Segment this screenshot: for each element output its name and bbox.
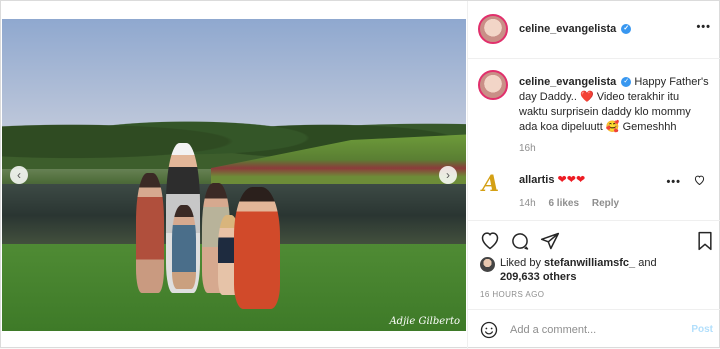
- share-paper-plane-icon[interactable]: [540, 231, 560, 251]
- comment-likes[interactable]: 6 likes: [548, 198, 579, 209]
- avatar[interactable]: [478, 14, 508, 44]
- avatar[interactable]: [478, 70, 508, 100]
- liked-by-prefix: Liked by: [500, 257, 541, 269]
- comment-username[interactable]: allartis: [519, 174, 554, 186]
- caption-time[interactable]: 16h: [519, 143, 536, 154]
- comment-input[interactable]: [510, 322, 670, 338]
- liked-by-and: and: [638, 257, 657, 269]
- caption-username[interactable]: celine_evangelista: [519, 76, 616, 88]
- caption-part3: Gemeshhh: [622, 121, 677, 133]
- emoji-smiley-icon[interactable]: [480, 321, 498, 339]
- bookmark-icon[interactable]: [696, 231, 716, 251]
- carousel-prev-button[interactable]: ‹: [10, 166, 28, 184]
- post-side-panel: celine_evangelista ✓ ••• celine_evangeli…: [467, 1, 720, 349]
- comment-like-heart-icon[interactable]: [694, 175, 705, 188]
- add-comment-bar: Post: [468, 309, 720, 349]
- comment-text: allartis ❤❤❤: [519, 173, 585, 186]
- photo-person: [172, 205, 196, 289]
- carousel-next-button[interactable]: ›: [439, 166, 457, 184]
- smiling-hearts-emoji: 🥰: [605, 121, 620, 133]
- photo-family-group: [130, 143, 295, 313]
- commenter-avatar[interactable]: A: [482, 171, 502, 197]
- comment-reply-button[interactable]: Reply: [592, 198, 619, 209]
- comment-bubble-icon[interactable]: [510, 231, 530, 251]
- post-header: celine_evangelista ✓ •••: [468, 1, 720, 59]
- post-timestamp[interactable]: 16 HOURS AGO: [480, 290, 544, 299]
- comment-hearts: ❤❤❤: [557, 174, 586, 186]
- liked-by-line: Liked by stefanwilliamsfc_ and: [500, 257, 657, 269]
- verified-check-icon: ✓: [621, 24, 632, 35]
- photo-watermark: Adjie Gilberto: [389, 316, 460, 327]
- post-actions: [468, 220, 720, 256]
- like-heart-icon[interactable]: [480, 231, 500, 251]
- more-options-icon[interactable]: •••: [696, 21, 711, 33]
- header-username-label[interactable]: celine_evangelista: [519, 23, 616, 35]
- verified-check-icon: ✓: [621, 77, 632, 88]
- comment-time[interactable]: 14h: [519, 198, 536, 209]
- comment-more-icon[interactable]: •••: [666, 176, 681, 188]
- liked-by-user[interactable]: stefanwilliamsfc_: [544, 257, 635, 269]
- post-comment-button[interactable]: Post: [691, 324, 713, 335]
- red-heart-emoji: ❤️: [579, 91, 594, 103]
- caption-text: celine_evangelista ✓ Happy Father's day …: [519, 75, 709, 135]
- header-username[interactable]: celine_evangelista ✓: [519, 23, 632, 35]
- likes-count[interactable]: 209,633 others: [500, 271, 576, 283]
- post-photo[interactable]: Adjie Gilberto ‹ ›: [2, 19, 466, 331]
- comment-meta: 14h 6 likes Reply: [519, 198, 629, 209]
- liker-avatar[interactable]: [480, 257, 495, 272]
- photo-person: [234, 187, 280, 309]
- instagram-post-embed: Adjie Gilberto ‹ › celine_evangelista ✓ …: [0, 0, 720, 349]
- photo-person: [136, 173, 164, 293]
